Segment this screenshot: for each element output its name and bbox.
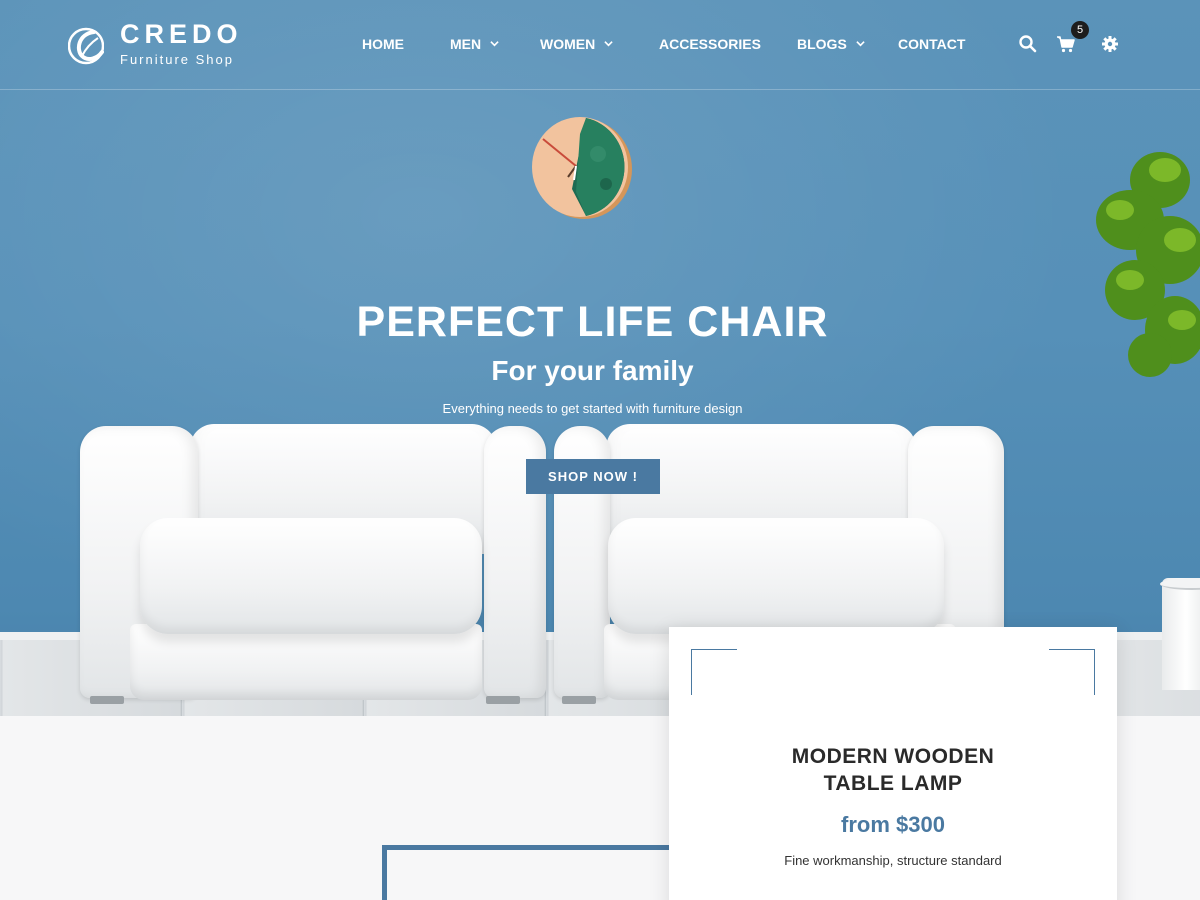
nav-item-blogs[interactable]: BLOGS [797, 36, 865, 52]
logo-mark-icon [68, 27, 104, 65]
hero-description: Everything needs to get started with fur… [442, 401, 743, 416]
hero-banner: PERFECT LIFE CHAIR For your family Every… [0, 0, 1200, 716]
nav-item-contact[interactable]: CONTACT [898, 36, 965, 52]
product-description: Fine workmanship, structure standard [784, 853, 1002, 868]
nav-item-label: ACCESSORIES [659, 36, 761, 52]
plant-pot [1160, 578, 1200, 690]
featured-product-card[interactable]: MODERN WOODEN TABLE LAMP from $300 Fine … [669, 627, 1117, 900]
hero-subtitle: For your family [491, 355, 694, 386]
card-corner-decoration [691, 649, 737, 695]
wall-clock-image [532, 117, 632, 219]
site-header: CREDO Furniture Shop HOME MEN WOMEN ACCE… [0, 0, 1200, 90]
shop-now-button[interactable]: SHOP NOW ! [526, 459, 660, 494]
chevron-down-icon [604, 41, 613, 47]
nav-item-women[interactable]: WOMEN [540, 36, 613, 52]
search-icon[interactable] [1018, 34, 1038, 54]
nav-item-label: CONTACT [898, 36, 966, 52]
product-title: MODERN WOODEN TABLE LAMP [669, 743, 1117, 797]
nav-item-men[interactable]: MEN [450, 36, 499, 52]
product-title-line-2: TABLE LAMP [823, 772, 963, 795]
logo-text: CREDO Furniture Shop [120, 20, 243, 67]
nav-item-label: BLOGS [797, 36, 847, 52]
section-frame-decoration [382, 845, 682, 900]
chevron-down-icon [855, 41, 865, 47]
nav-item-accessories[interactable]: ACCESSORIES [659, 36, 761, 52]
brand-tagline: Furniture Shop [120, 52, 234, 67]
nav-item-label: WOMEN [540, 36, 596, 52]
nav-item-label: HOME [362, 36, 404, 52]
product-price: from $300 [841, 812, 945, 837]
plant-image [1096, 152, 1200, 377]
gear-icon[interactable] [1100, 34, 1120, 54]
chevron-down-icon [490, 41, 499, 47]
brand-name: CREDO [120, 19, 243, 49]
nav-item-label: MEN [450, 36, 482, 52]
nav-item-home[interactable]: HOME [362, 36, 404, 52]
header-tools [1018, 34, 1128, 56]
cart-count-badge: 5 [1071, 21, 1089, 39]
cart-icon[interactable] [1056, 34, 1076, 54]
card-corner-decoration [1049, 649, 1095, 695]
product-title-line-1: MODERN WOODEN [791, 745, 995, 768]
hero-title: PERFECT LIFE CHAIR [356, 298, 829, 346]
